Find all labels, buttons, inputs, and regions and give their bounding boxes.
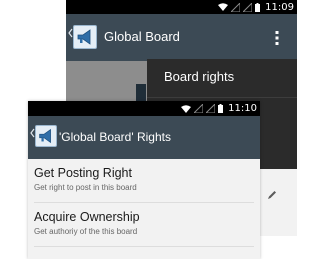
content-chip (136, 84, 146, 101)
front-screen: 11:10 'Global Board' Rights Get Posting … (28, 101, 260, 259)
list-item-subtitle: Get authoriy of the this board (34, 227, 138, 236)
app-bar: 'Global Board' Rights (28, 116, 260, 159)
menu-item-board-rights[interactable]: Board rights (147, 59, 297, 98)
signal-icon (231, 2, 241, 12)
status-bar: 11:10 (28, 101, 260, 116)
signal-icon (194, 104, 204, 113)
list-item-acquire-ownership[interactable]: Acquire Ownership Get authoriy of the th… (28, 203, 260, 247)
signal-icon-2 (206, 104, 216, 113)
divider (34, 246, 254, 247)
status-icons: 11:09 (218, 0, 294, 14)
battery-icon (218, 104, 224, 113)
wifi-icon (181, 104, 192, 113)
list-item-title: Acquire Ownership (34, 210, 140, 224)
overflow-kebab-icon[interactable] (275, 31, 279, 45)
battery-icon (255, 2, 261, 12)
list-item-get-posting-right[interactable]: Get Posting Right Get right to post in t… (28, 159, 260, 203)
megaphone-icon[interactable] (35, 125, 57, 147)
megaphone-icon[interactable] (73, 25, 97, 49)
app-bar-title: Global Board (104, 29, 180, 44)
status-time: 11:09 (265, 1, 294, 13)
signal-icon-2 (243, 2, 253, 12)
app-bar-title: 'Global Board' Rights (59, 130, 171, 144)
app-bar: Global Board (66, 14, 297, 61)
list-item-subtitle: Get right to post in this board (34, 183, 137, 192)
pencil-icon[interactable] (267, 190, 277, 200)
status-bar: 11:09 (66, 0, 297, 14)
wifi-icon (218, 3, 229, 11)
status-time: 11:10 (228, 103, 257, 114)
menu-item-label: Board rights (164, 69, 235, 84)
status-icons: 11:10 (181, 101, 257, 116)
list-item-title: Get Posting Right (34, 166, 132, 180)
